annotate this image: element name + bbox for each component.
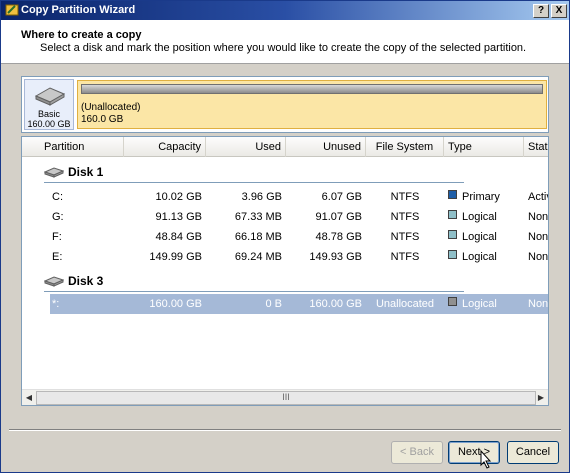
hard-disk-icon — [44, 167, 64, 178]
type-color-swatch — [448, 230, 457, 239]
back-button[interactable]: < Back — [391, 441, 443, 464]
column-header-status[interactable]: Status — [524, 137, 548, 157]
cell-used: 67.33 MB — [234, 211, 282, 223]
type-color-swatch — [448, 190, 457, 199]
cell-capacity: 149.99 GB — [149, 251, 202, 263]
scrollbar-thumb[interactable]: III — [36, 391, 536, 405]
table-row[interactable]: E: 149.99 GB 69.24 MB 149.93 GB NTFS Log… — [22, 247, 548, 267]
cell-type: Logical — [462, 251, 497, 263]
cell-capacity: 91.13 GB — [155, 211, 202, 223]
cell-partition: *: — [52, 298, 60, 310]
disk-map-disk-box[interactable]: Basic 160.00 GB — [24, 79, 74, 130]
column-header-type[interactable]: Type — [444, 137, 524, 157]
cell-type: Logical — [462, 211, 497, 223]
table-row[interactable]: G: 91.13 GB 67.33 MB 91.07 GB NTFS Logic… — [22, 207, 548, 227]
column-header-unused[interactable]: Unused — [286, 137, 366, 157]
disk-group-row[interactable]: Disk 1 — [22, 160, 548, 184]
unallocated-partition-block[interactable]: (Unallocated) 160.0 GB — [77, 80, 547, 129]
cancel-button[interactable]: Cancel — [507, 441, 559, 464]
cell-unused: 149.93 GB — [309, 251, 362, 263]
cell-type: Primary — [462, 191, 500, 203]
copy-partition-wizard-window: Copy Partition Wizard ? X Where to creat… — [0, 0, 570, 473]
cell-used: 66.18 MB — [234, 231, 282, 243]
partition-name-label: (Unallocated) — [81, 102, 141, 113]
hard-disk-icon — [44, 276, 64, 287]
disk-size-label: 160.00 GB — [27, 119, 71, 129]
footer-divider — [9, 429, 561, 431]
disk-map-panel: Basic 160.00 GB (Unallocated) 160.0 GB — [21, 76, 549, 133]
cell-used: 69.24 MB — [234, 251, 282, 263]
help-button[interactable]: ? — [533, 4, 549, 18]
title-bar[interactable]: Copy Partition Wizard ? X — [1, 1, 569, 20]
cell-type: Logical — [462, 298, 497, 310]
cell-capacity: 48.84 GB — [155, 231, 202, 243]
cell-unused: 6.07 GB — [321, 191, 362, 203]
cell-capacity: 160.00 GB — [149, 298, 202, 310]
cell-file-system: NTFS — [390, 231, 420, 243]
disk-group-row[interactable]: Disk 3 — [22, 269, 548, 293]
column-header-capacity[interactable]: Capacity — [124, 137, 206, 157]
table-header: Partition Capacity Used Unused File Syst… — [22, 137, 548, 157]
cell-status: None — [528, 298, 549, 310]
type-color-swatch — [448, 250, 457, 259]
cell-partition: F: — [52, 231, 62, 243]
cell-used: 0 B — [265, 298, 282, 310]
mouse-cursor-icon — [480, 450, 492, 469]
horizontal-scrollbar[interactable]: ◀ III ▶ — [22, 389, 548, 405]
partition-usage-bar — [81, 84, 543, 94]
window-title: Copy Partition Wizard — [21, 4, 136, 16]
cell-unused: 91.07 GB — [315, 211, 362, 223]
cell-partition: C: — [52, 191, 63, 203]
cell-unused: 160.00 GB — [309, 298, 362, 310]
cell-partition: E: — [52, 251, 63, 263]
disk-divider — [44, 182, 464, 183]
cell-unused: 48.78 GB — [315, 231, 362, 243]
cell-file-system: NTFS — [390, 251, 420, 263]
close-button[interactable]: X — [551, 4, 567, 18]
cell-status: Active — [528, 191, 548, 203]
wizard-header: Where to create a copy Select a disk and… — [1, 20, 569, 64]
table-row[interactable]: F: 48.84 GB 66.18 MB 48.78 GB NTFS Logic… — [22, 227, 548, 247]
cell-capacity: 10.02 GB — [155, 191, 202, 203]
disk-type-label: Basic — [37, 109, 60, 119]
disk-name: Disk 3 — [68, 274, 104, 288]
hard-disk-icon — [34, 87, 66, 106]
cell-status: None — [528, 251, 549, 263]
cell-partition: G: — [52, 211, 64, 223]
scroll-right-arrow-icon[interactable]: ▶ — [535, 392, 547, 404]
cell-used: 3.96 GB — [241, 191, 282, 203]
cell-status: None — [528, 211, 549, 223]
disk-divider — [44, 291, 464, 292]
column-header-partition[interactable]: Partition — [40, 137, 124, 157]
cell-file-system: NTFS — [390, 211, 420, 223]
table-row[interactable]: C: 10.02 GB 3.96 GB 6.07 GB NTFS Primary… — [22, 187, 548, 207]
column-header-file-system[interactable]: File System — [366, 137, 444, 157]
table-row-selected[interactable]: *: 160.00 GB 0 B 160.00 GB Unallocated L… — [50, 294, 548, 314]
type-color-swatch — [448, 297, 457, 306]
page-description: Select a disk and mark the position wher… — [40, 42, 527, 54]
page-title: Where to create a copy — [21, 29, 142, 41]
wizard-app-icon — [5, 4, 19, 16]
disk-name: Disk 1 — [68, 165, 104, 179]
cell-file-system: NTFS — [390, 191, 420, 203]
cell-type: Logical — [462, 231, 497, 243]
type-color-swatch — [448, 210, 457, 219]
partition-table: Partition Capacity Used Unused File Syst… — [21, 136, 549, 406]
cell-status: None — [528, 231, 549, 243]
partition-size-label: 160.0 GB — [81, 114, 124, 125]
cell-file-system: Unallocated — [375, 298, 435, 310]
column-header-used[interactable]: Used — [206, 137, 286, 157]
scroll-left-arrow-icon[interactable]: ◀ — [23, 392, 35, 404]
